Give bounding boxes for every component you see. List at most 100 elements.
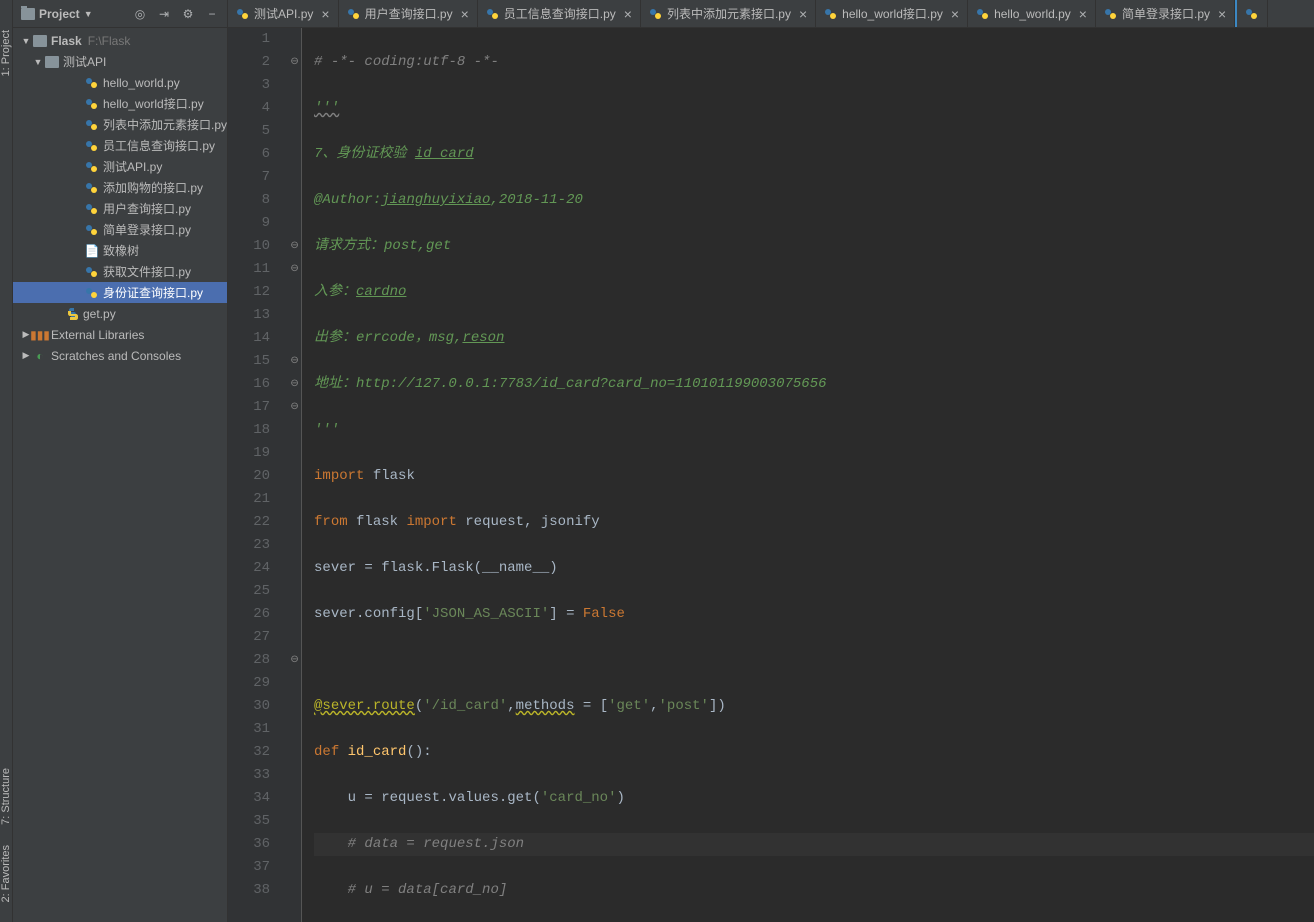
fold-marker[interactable]	[288, 212, 301, 235]
fold-marker[interactable]	[288, 787, 301, 810]
close-icon[interactable]: ×	[461, 6, 469, 22]
tree-file[interactable]: 身份证查询接口.py	[13, 282, 227, 303]
line-number[interactable]: 29	[228, 672, 288, 695]
fold-marker[interactable]	[288, 304, 301, 327]
tree-file[interactable]: get.py	[13, 303, 227, 324]
line-number[interactable]: 36	[228, 833, 288, 856]
fold-marker[interactable]	[288, 672, 301, 695]
line-number[interactable]: 7	[228, 166, 288, 189]
fold-marker[interactable]	[288, 856, 301, 879]
tree-file[interactable]: 📄 致橡树	[13, 240, 227, 261]
line-number[interactable]: 10	[228, 235, 288, 258]
line-number[interactable]: 33	[228, 764, 288, 787]
close-icon[interactable]: ×	[321, 6, 329, 22]
fold-marker[interactable]	[288, 695, 301, 718]
fold-marker[interactable]	[288, 603, 301, 626]
editor-tab[interactable]: 用户查询接口.py ×	[339, 0, 478, 27]
structure-tool-button[interactable]: 7: Structure	[0, 768, 12, 825]
fold-marker[interactable]	[288, 511, 301, 534]
fold-marker[interactable]: ⊖	[288, 235, 301, 258]
fold-marker[interactable]	[288, 281, 301, 304]
fold-marker[interactable]	[288, 741, 301, 764]
minimize-icon[interactable]: −	[205, 7, 219, 21]
line-number[interactable]: 17	[228, 396, 288, 419]
fold-marker[interactable]	[288, 97, 301, 120]
line-number[interactable]: 6	[228, 143, 288, 166]
fold-marker[interactable]: ⊖	[288, 258, 301, 281]
line-number[interactable]: 8	[228, 189, 288, 212]
editor-tab[interactable]: 测试API.py ×	[228, 0, 339, 27]
line-number[interactable]: 34	[228, 787, 288, 810]
tree-ext-libs[interactable]: ▶ ▮▮▮ External Libraries	[13, 324, 227, 345]
fold-marker[interactable]: ⊖	[288, 649, 301, 672]
line-number[interactable]: 11	[228, 258, 288, 281]
line-number[interactable]: 35	[228, 810, 288, 833]
tree-file[interactable]: hello_world.py	[13, 72, 227, 93]
line-number[interactable]: 3	[228, 74, 288, 97]
tree-root[interactable]: ▼ Flask F:\Flask	[13, 30, 227, 51]
tree-file[interactable]: 简单登录接口.py	[13, 219, 227, 240]
fold-marker[interactable]	[288, 465, 301, 488]
line-number[interactable]: 1	[228, 28, 288, 51]
fold-marker[interactable]	[288, 718, 301, 741]
fold-marker[interactable]	[288, 580, 301, 603]
line-number[interactable]: 27	[228, 626, 288, 649]
line-number[interactable]: 32	[228, 741, 288, 764]
line-number[interactable]: 18	[228, 419, 288, 442]
project-tool-button[interactable]: 1: Project	[0, 30, 12, 76]
fold-marker[interactable]	[288, 534, 301, 557]
line-number[interactable]: 5	[228, 120, 288, 143]
collapse-icon[interactable]: ⇥	[157, 7, 171, 21]
line-number[interactable]: 2	[228, 51, 288, 74]
fold-marker[interactable]: ⊖	[288, 396, 301, 419]
fold-marker[interactable]	[288, 419, 301, 442]
line-number[interactable]: 26	[228, 603, 288, 626]
line-number[interactable]: 23	[228, 534, 288, 557]
close-icon[interactable]: ×	[799, 6, 807, 22]
editor-tab-more[interactable]	[1235, 0, 1268, 27]
fold-marker[interactable]	[288, 442, 301, 465]
close-icon[interactable]: ×	[624, 6, 632, 22]
fold-marker[interactable]	[288, 327, 301, 350]
line-number[interactable]: 9	[228, 212, 288, 235]
gear-icon[interactable]: ⚙	[181, 7, 195, 21]
fold-marker[interactable]: ⊖	[288, 350, 301, 373]
fold-gutter[interactable]: ⊖⊖⊖⊖⊖⊖⊖	[288, 28, 302, 922]
editor-tab[interactable]: 列表中添加元素接口.py ×	[641, 0, 816, 27]
line-number[interactable]: 19	[228, 442, 288, 465]
sidebar-title[interactable]: Project ▼	[21, 7, 93, 21]
fold-marker[interactable]	[288, 166, 301, 189]
tree-file[interactable]: hello_world接口.py	[13, 93, 227, 114]
fold-marker[interactable]	[288, 488, 301, 511]
fold-marker[interactable]	[288, 557, 301, 580]
code-editor[interactable]: 1234567891011121314151617181920212223242…	[228, 28, 1314, 922]
line-number[interactable]: 14	[228, 327, 288, 350]
fold-marker[interactable]: ⊖	[288, 51, 301, 74]
close-icon[interactable]: ×	[1218, 6, 1226, 22]
line-number[interactable]: 28	[228, 649, 288, 672]
fold-marker[interactable]	[288, 189, 301, 212]
fold-marker[interactable]	[288, 143, 301, 166]
line-number[interactable]: 30	[228, 695, 288, 718]
tree-file[interactable]: 添加购物的接口.py	[13, 177, 227, 198]
line-number[interactable]: 13	[228, 304, 288, 327]
line-number[interactable]: 21	[228, 488, 288, 511]
editor-tab[interactable]: hello_world接口.py ×	[816, 0, 968, 27]
chevron-right-icon[interactable]: ▶	[21, 351, 31, 361]
tree-scratches[interactable]: ▶ ◐ Scratches and Consoles	[13, 345, 227, 366]
tree-file[interactable]: 用户查询接口.py	[13, 198, 227, 219]
fold-marker[interactable]: ⊖	[288, 373, 301, 396]
close-icon[interactable]: ×	[1079, 6, 1087, 22]
tree-file[interactable]: 列表中添加元素接口.py	[13, 114, 227, 135]
fold-marker[interactable]	[288, 28, 301, 51]
editor-tabs[interactable]: 测试API.py × 用户查询接口.py × 员工信息查询接口.py × 列表中…	[228, 0, 1314, 28]
editor-tab[interactable]: 简单登录接口.py ×	[1096, 0, 1235, 27]
fold-marker[interactable]	[288, 833, 301, 856]
fold-marker[interactable]	[288, 626, 301, 649]
tree-file[interactable]: 获取文件接口.py	[13, 261, 227, 282]
fold-marker[interactable]	[288, 879, 301, 902]
chevron-down-icon[interactable]: ▼	[21, 36, 31, 46]
chevron-down-icon[interactable]: ▼	[33, 57, 43, 67]
line-number[interactable]: 24	[228, 557, 288, 580]
tree-file[interactable]: 测试API.py	[13, 156, 227, 177]
